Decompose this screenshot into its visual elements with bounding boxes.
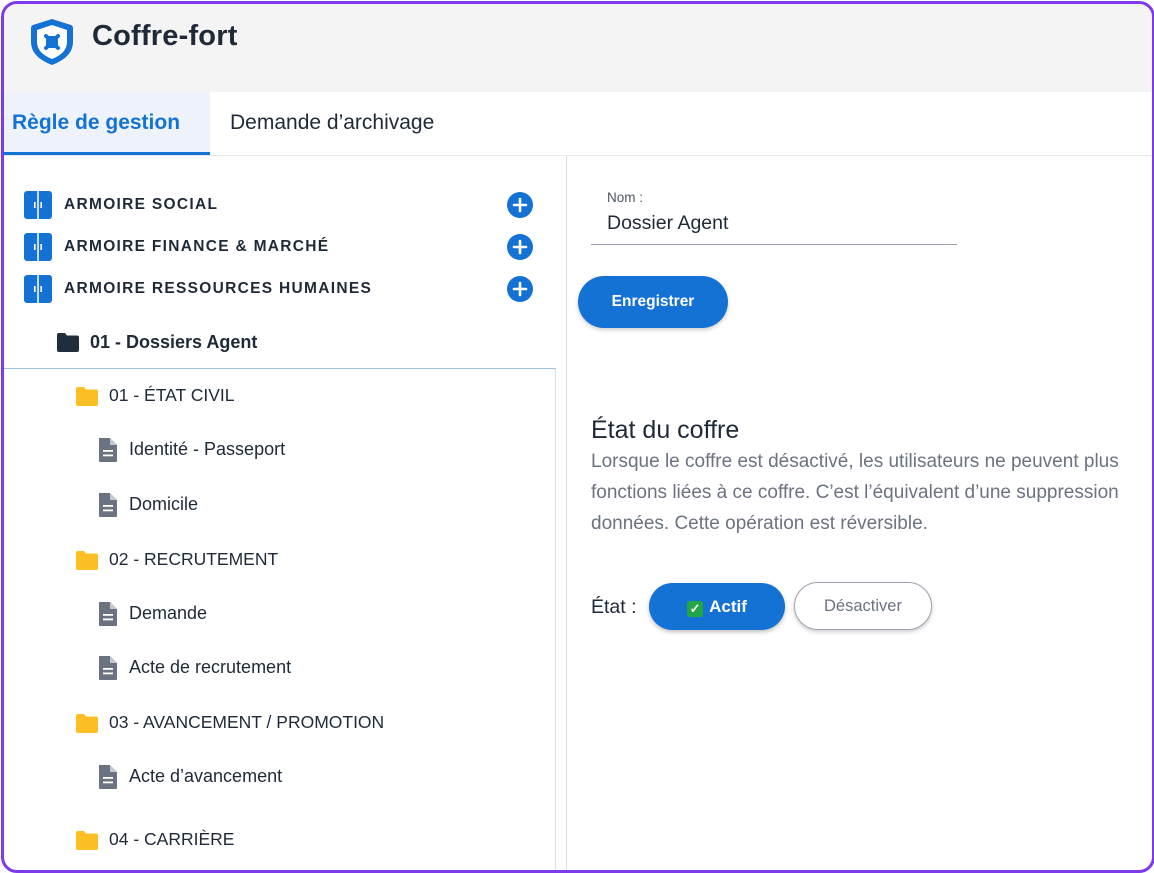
armoire-label: ARMOIRE FINANCE & MARCHÉ — [64, 238, 330, 255]
tab-bar: Règle de gestion Demande d’archivage — [4, 92, 1152, 156]
cabinet-icon — [24, 233, 52, 261]
name-field-value[interactable]: Dossier Agent — [607, 212, 728, 235]
detail-panel: Nom : Dossier Agent Enregistrer État du … — [566, 156, 1152, 870]
shield-icon — [31, 19, 73, 65]
plus-circle-icon[interactable] — [506, 233, 534, 261]
plus-circle-icon[interactable] — [506, 191, 534, 219]
document-label: Identité - Passeport — [129, 439, 286, 459]
tab-demande-archivage[interactable]: Demande d’archivage — [222, 92, 442, 152]
folder-icon — [57, 333, 79, 352]
folder-icon — [76, 831, 98, 850]
description-line: fonctions liées à ce coffre. C’est l’équ… — [591, 482, 1119, 503]
app-header: Coffre-fort — [4, 4, 1152, 92]
tree-root-folder[interactable]: 01 - Dossiers Agent — [56, 328, 356, 358]
folder-icon — [76, 387, 98, 406]
folder-icon — [76, 714, 98, 733]
cabinet-icon — [24, 275, 52, 303]
tree-document[interactable]: Acte de recrutement — [97, 654, 497, 684]
tree-document[interactable]: Domicile — [97, 491, 497, 521]
state-label: État : — [591, 596, 637, 618]
name-field-label: Nom : — [607, 190, 644, 205]
tree-document[interactable]: Acte d’avancement — [97, 763, 497, 793]
document-label: Demande — [129, 603, 208, 623]
folder-label: 04 - CARRIÈRE — [109, 829, 235, 849]
document-label: Acte d’avancement — [129, 766, 283, 786]
document-icon — [99, 602, 117, 626]
tab-regle-de-gestion[interactable]: Règle de gestion — [4, 92, 210, 155]
tree-folder[interactable]: 04 - CARRIÈRE — [75, 826, 475, 856]
folder-label: 01 - ÉTAT CIVIL — [109, 385, 235, 405]
plus-circle-icon[interactable] — [506, 275, 534, 303]
document-label: Domicile — [129, 494, 199, 514]
tree-document[interactable]: Demande — [97, 600, 497, 630]
save-button[interactable]: Enregistrer — [578, 276, 728, 328]
document-icon — [99, 438, 117, 462]
app-title: Coffre-fort — [92, 20, 238, 52]
deactivate-button[interactable]: Désactiver — [794, 582, 932, 630]
description-line: données. Cette opération est réversible. — [591, 513, 928, 534]
check-icon: ✓ — [687, 600, 704, 617]
document-label: Acte de recrutement — [129, 657, 292, 677]
active-button-label: Actif — [709, 596, 747, 616]
root-folder-label: 01 - Dossiers Agent — [90, 332, 258, 352]
armoire-label: ARMOIRE RESSOURCES HUMAINES — [64, 280, 373, 297]
document-icon — [99, 493, 117, 517]
name-field[interactable]: Nom : Dossier Agent — [591, 186, 957, 245]
cabinet-icon — [24, 191, 52, 219]
app-window: Coffre-fort Règle de gestion Demande d’a… — [1, 1, 1154, 873]
active-button[interactable]: ✓ Actif — [649, 583, 785, 630]
tree-folder[interactable]: 01 - ÉTAT CIVIL — [75, 382, 475, 412]
tree-panel: ARMOIRE SOCIAL ARMOIRE FINANCE & MARCHÉ — [4, 156, 564, 870]
folder-label: 02 - RECRUTEMENT — [109, 549, 279, 569]
document-icon — [99, 765, 117, 789]
folder-label: 03 - AVANCEMENT / PROMOTION — [109, 712, 385, 732]
tree-folder[interactable]: 03 - AVANCEMENT / PROMOTION — [75, 709, 495, 739]
tree-document[interactable]: Identité - Passeport — [97, 436, 497, 466]
section-description: Lorsque le coffre est désactivé, les uti… — [591, 446, 1152, 539]
document-icon — [99, 656, 117, 680]
tree-armoire-finance[interactable]: ARMOIRE FINANCE & MARCHÉ — [24, 232, 544, 262]
tree-folder[interactable]: 02 - RECRUTEMENT — [75, 546, 475, 576]
description-line: Lorsque le coffre est désactivé, les uti… — [591, 451, 1119, 472]
tree-armoire-social[interactable]: ARMOIRE SOCIAL — [24, 190, 544, 220]
tree-armoire-rh[interactable]: ARMOIRE RESSOURCES HUMAINES — [24, 274, 544, 304]
section-title: État du coffre — [591, 416, 740, 444]
folder-icon — [76, 551, 98, 570]
armoire-label: ARMOIRE SOCIAL — [64, 196, 219, 213]
